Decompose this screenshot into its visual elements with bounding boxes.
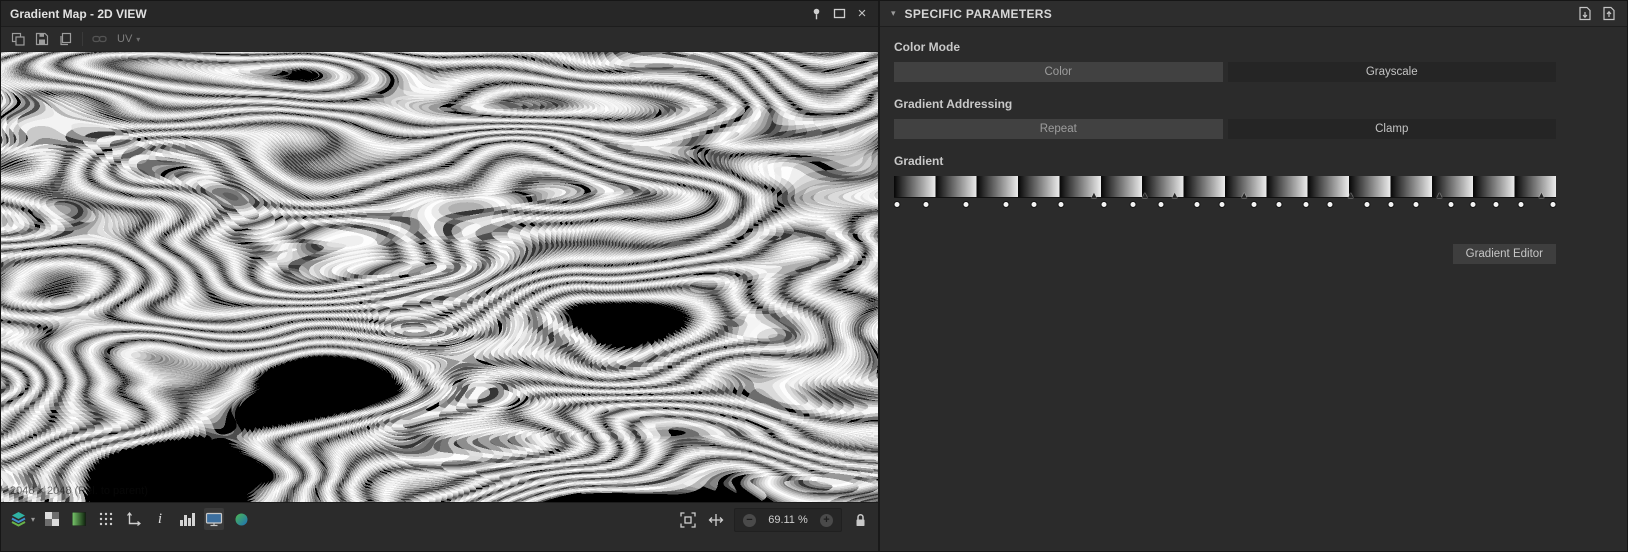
grid-icon[interactable] — [96, 508, 116, 530]
gradient-stop-triangle[interactable]: ▲ — [1537, 191, 1546, 200]
gradient-stop-circle[interactable] — [1100, 201, 1108, 208]
pan-view-icon[interactable] — [706, 509, 726, 531]
fit-view-icon[interactable] — [678, 509, 698, 531]
gradient-stop-circle[interactable] — [1129, 201, 1137, 208]
gradient-stop-circle[interactable] — [1326, 201, 1334, 208]
gradient-stop-circle[interactable] — [1002, 201, 1010, 208]
info-icon[interactable]: i — [150, 508, 170, 530]
parameters-body: Color Mode Color Grayscale Gradient Addr… — [880, 27, 1627, 264]
statusbar-left-group: ▾ i — [8, 508, 251, 530]
2d-view-panel: Gradient Map - 2D VIEW × UV ▾ 2048 × 204… — [1, 1, 878, 551]
link-icon[interactable] — [90, 30, 109, 49]
gradient-stop-triangle[interactable]: ▲ — [1140, 191, 1149, 200]
zoom-out-button[interactable]: − — [743, 513, 756, 527]
toolbar-separator — [82, 32, 83, 46]
gradient-addressing-label: Gradient Addressing — [894, 97, 1013, 111]
2d-view-statusbar: ▾ i − 69.11 % + — [1, 502, 878, 551]
gradient-stop-circle[interactable] — [1057, 201, 1065, 208]
color-mode-color-button[interactable]: Color — [894, 62, 1223, 82]
gradient-map-preview — [1, 52, 878, 502]
color-mode-group: Color Grayscale — [894, 62, 1556, 82]
info-glyph: i — [157, 510, 163, 527]
zoom-in-button[interactable]: + — [820, 513, 833, 527]
preset-load-icon[interactable] — [1599, 4, 1619, 24]
gradient-stop-circle[interactable] — [1030, 201, 1038, 208]
preset-save-icon[interactable] — [1575, 4, 1595, 24]
pin-icon[interactable] — [806, 4, 826, 24]
parameters-panel: ▾ SPECIFIC PARAMETERS Color Mode Color G… — [878, 1, 1627, 551]
color-mode-grayscale-button[interactable]: Grayscale — [1227, 62, 1556, 82]
gradient-label: Gradient — [894, 154, 944, 168]
gradient-stop-circle[interactable] — [1469, 201, 1477, 208]
gradient-stop-circle[interactable] — [1363, 201, 1371, 208]
gradient-stop-circle[interactable] — [1387, 201, 1395, 208]
gradient-stop-triangle[interactable]: ▲ — [1089, 191, 1098, 200]
lock-zoom-icon[interactable] — [850, 509, 870, 531]
float-window-icon[interactable] — [829, 4, 849, 24]
app-window: Gradient Map - 2D VIEW × UV ▾ 2048 × 204… — [0, 0, 1628, 552]
gradient-stop-circle[interactable] — [1412, 201, 1420, 208]
gradient-stop-triangle[interactable]: ▲ — [1240, 191, 1249, 200]
parameters-title: SPECIFIC PARAMETERS — [904, 6, 1053, 21]
gradient-stop-circle[interactable] — [1157, 201, 1165, 208]
addressing-repeat-button[interactable]: Repeat — [894, 119, 1223, 139]
background-gradient-icon[interactable] — [69, 508, 89, 530]
statusbar-right-group: − 69.11 % + — [678, 508, 870, 532]
gradient-stop-triangle[interactable]: ▲ — [1435, 191, 1444, 200]
2d-view-title: Gradient Map - 2D VIEW — [10, 6, 147, 21]
gradient-stop-triangle[interactable]: ▲ — [1170, 191, 1179, 200]
chevron-down-icon: ▾ — [136, 34, 141, 44]
close-icon[interactable]: × — [852, 4, 872, 24]
2d-view-toolbar: UV ▾ — [1, 27, 878, 52]
histogram-icon[interactable] — [177, 508, 197, 530]
gradient-stop-circle[interactable] — [1250, 201, 1258, 208]
gradient-stop-circle[interactable] — [1193, 201, 1201, 208]
copy-icon[interactable] — [56, 30, 75, 49]
save-icon[interactable] — [32, 30, 51, 49]
gradient-markers: ▲ ▲ ▲ ▲ ▲ ▲ ▲ — [893, 191, 1557, 213]
gradient-stop-triangle[interactable]: ▲ — [1346, 191, 1355, 200]
gradient-stop-circle[interactable] — [1492, 201, 1500, 208]
zoom-value[interactable]: 69.11 % — [765, 514, 811, 526]
display-icon[interactable] — [204, 508, 225, 530]
gradient-stop-circle[interactable] — [922, 201, 930, 208]
gradient-strip[interactable] — [894, 176, 1556, 198]
gradient-stop-circle[interactable] — [1517, 201, 1525, 208]
new-view-icon[interactable] — [8, 30, 27, 49]
gradient-stop-circle[interactable] — [1218, 201, 1226, 208]
gradient-stop-circle[interactable] — [893, 201, 901, 208]
2d-view-titlebar: Gradient Map - 2D VIEW × — [1, 1, 878, 27]
addressing-clamp-button[interactable]: Clamp — [1227, 119, 1556, 139]
2d-view-canvas[interactable]: 2048 × 2048 (Rel. to parent) — [1, 52, 878, 502]
gradient-stop-circle[interactable] — [962, 201, 970, 208]
gradient-editor-button[interactable]: Gradient Editor — [1452, 244, 1556, 264]
axis-icon[interactable] — [123, 508, 143, 530]
checker-background-icon[interactable] — [42, 508, 62, 530]
parameters-header: ▾ SPECIFIC PARAMETERS — [880, 1, 1627, 27]
gradient-stop-circle[interactable] — [1447, 201, 1455, 208]
zoom-controls: − 69.11 % + — [734, 508, 842, 532]
gradient-stop-circle[interactable] — [1302, 201, 1310, 208]
channels-dropdown-chevron-icon[interactable]: ▾ — [31, 515, 35, 524]
gradient-editor-row: Gradient Editor — [894, 244, 1556, 264]
channels-layers-icon[interactable] — [8, 508, 28, 530]
gradient-stop-circle[interactable] — [1549, 201, 1557, 208]
collapse-chevron-icon[interactable]: ▾ — [891, 8, 896, 19]
gradient-stop-circle[interactable] — [1275, 201, 1283, 208]
color-mode-label: Color Mode — [894, 40, 960, 54]
uv-mode-label: UV — [117, 33, 133, 45]
uv-mode-dropdown[interactable]: UV ▾ — [114, 33, 143, 45]
gradient-addressing-group: Repeat Clamp — [894, 119, 1556, 139]
color-profile-icon[interactable] — [231, 508, 251, 530]
